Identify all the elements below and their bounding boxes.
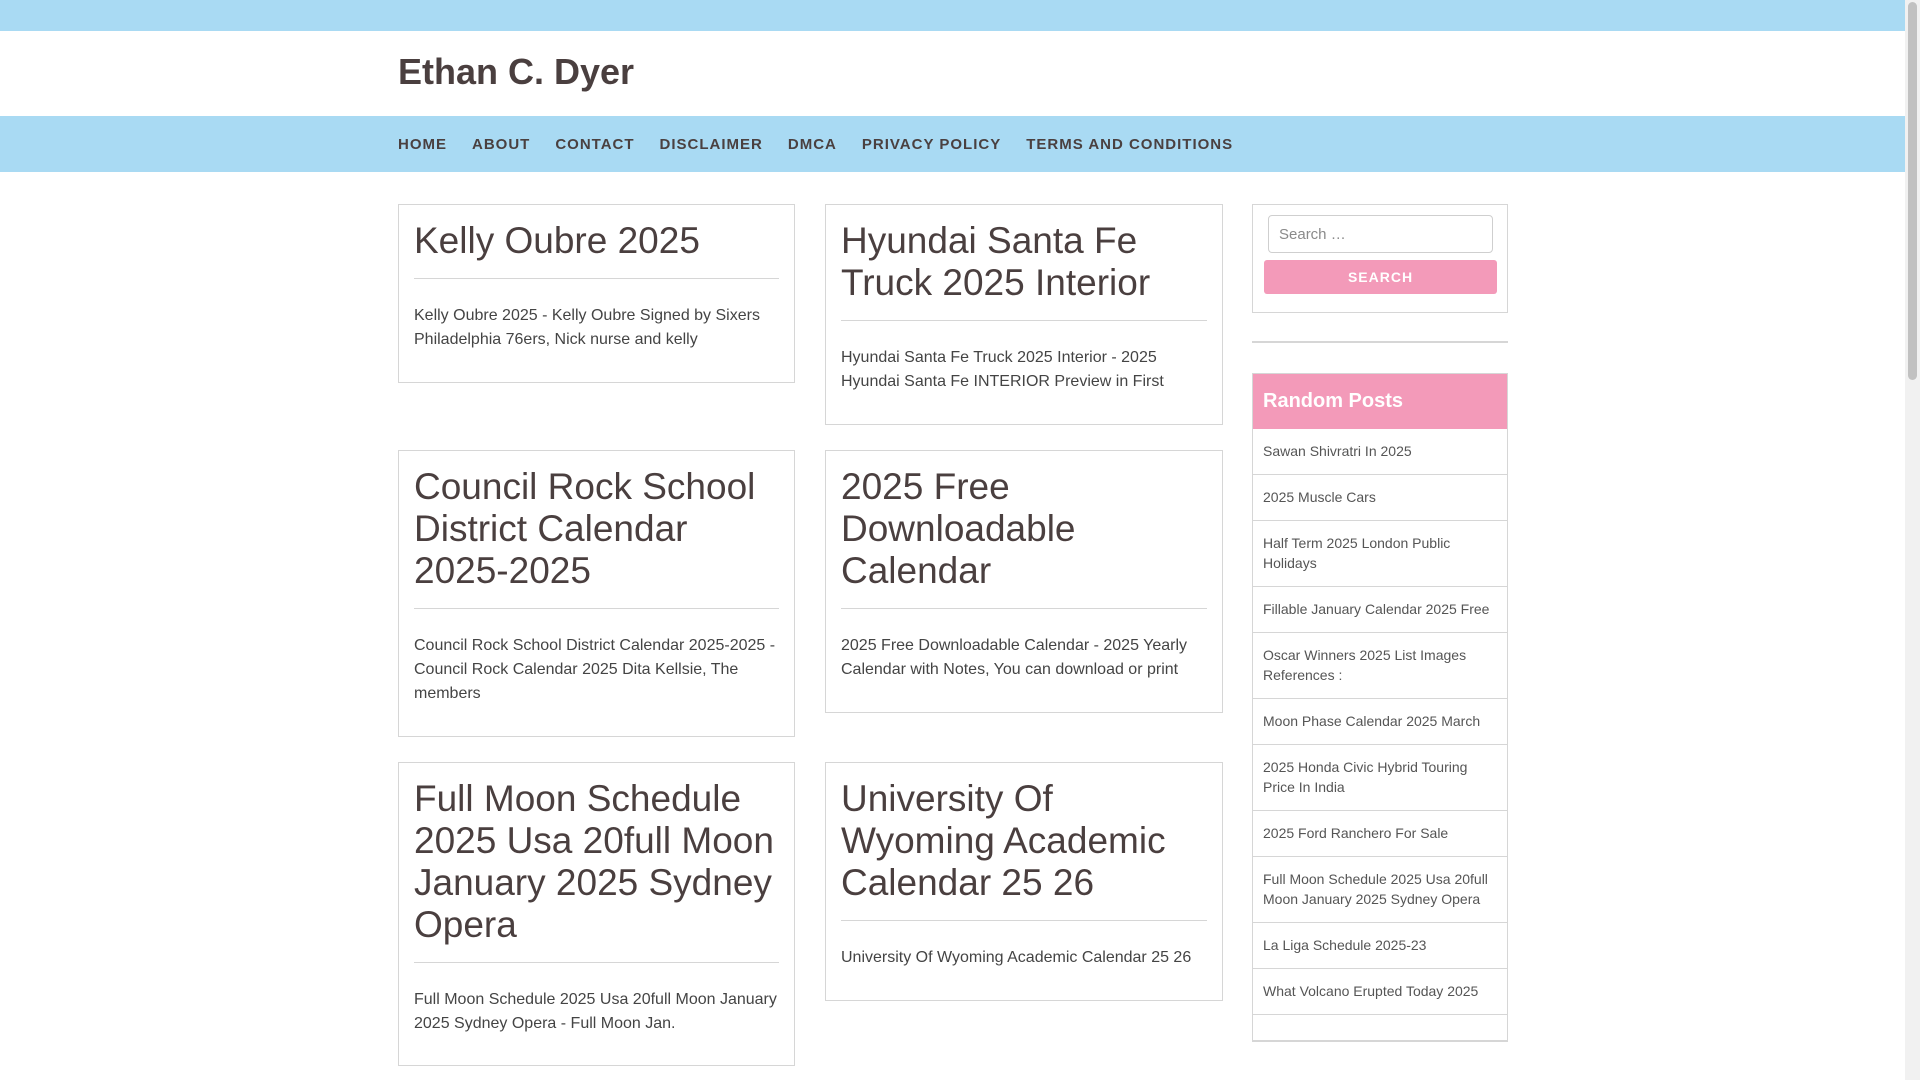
sidebar-divider	[1252, 341, 1508, 343]
post-title[interactable]: Hyundai Santa Fe Truck 2025 Interior	[841, 205, 1207, 321]
search-button[interactable]: SEARCH	[1264, 260, 1497, 294]
nav-item-about[interactable]: ABOUT	[472, 136, 530, 153]
nav-item-home[interactable]: HOME	[398, 136, 447, 153]
random-post-link[interactable]: 2025 Ford Ranchero For Sale	[1253, 811, 1507, 857]
post-title[interactable]: 2025 Free Downloadable Calendar	[841, 451, 1207, 609]
post-title[interactable]: Full Moon Schedule 2025 Usa 20full Moon …	[414, 763, 779, 963]
nav-item-terms[interactable]: TERMS AND CONDITIONS	[1026, 136, 1233, 153]
widget-title: Random Posts	[1253, 374, 1507, 429]
random-post-link[interactable]: 2025 Muscle Cars	[1253, 475, 1507, 521]
post-card: Full Moon Schedule 2025 Usa 20full Moon …	[398, 762, 795, 1066]
random-post-link[interactable]: Half Term 2025 London Public Holidays	[1253, 521, 1507, 587]
post-excerpt: Kelly Oubre 2025 - Kelly Oubre Signed by…	[414, 307, 760, 348]
main-nav: HOME ABOUT CONTACT DISCLAIMER DMCA PRIVA…	[0, 116, 1905, 172]
nav-item-privacy-policy[interactable]: PRIVACY POLICY	[862, 136, 1001, 153]
nav-item-dmca[interactable]: DMCA	[788, 136, 837, 153]
post-card: 2025 Free Downloadable Calendar 2025 Fre…	[825, 450, 1223, 713]
random-post-link[interactable]: 2025 Honda Civic Hybrid Touring Price In…	[1253, 745, 1507, 811]
random-post-link[interactable]	[1253, 1015, 1507, 1041]
post-card: Council Rock School District Calendar 20…	[398, 450, 795, 737]
random-post-link[interactable]: Sawan Shivratri In 2025	[1253, 429, 1507, 475]
post-title[interactable]: Council Rock School District Calendar 20…	[414, 451, 779, 609]
scrollbar-thumb[interactable]	[1908, 2, 1917, 380]
random-posts-widget: Random Posts Sawan Shivratri In 2025 202…	[1252, 373, 1508, 1042]
post-title[interactable]: Kelly Oubre 2025	[414, 205, 779, 279]
nav-item-contact[interactable]: CONTACT	[555, 136, 634, 153]
search-widget: SEARCH	[1252, 204, 1508, 313]
site-header: Ethan C. Dyer	[0, 31, 1905, 116]
random-post-link[interactable]: Oscar Winners 2025 List Images Reference…	[1253, 633, 1507, 699]
post-excerpt: Full Moon Schedule 2025 Usa 20full Moon …	[414, 991, 777, 1032]
post-title[interactable]: University Of Wyoming Academic Calendar …	[841, 763, 1207, 921]
post-excerpt: University Of Wyoming Academic Calendar …	[841, 949, 1192, 966]
post-card: Hyundai Santa Fe Truck 2025 Interior Hyu…	[825, 204, 1223, 425]
random-post-link[interactable]: What Volcano Erupted Today 2025	[1253, 969, 1507, 1015]
post-excerpt: Council Rock School District Calendar 20…	[414, 637, 776, 702]
random-posts-list: Sawan Shivratri In 2025 2025 Muscle Cars…	[1253, 429, 1507, 1041]
nav-list: HOME ABOUT CONTACT DISCLAIMER DMCA PRIVA…	[398, 116, 1258, 172]
random-post-link[interactable]: La Liga Schedule 2025-23	[1253, 923, 1507, 969]
search-input[interactable]	[1268, 215, 1493, 253]
post-excerpt: Hyundai Santa Fe Truck 2025 Interior - 2…	[841, 349, 1164, 390]
random-post-link[interactable]: Fillable January Calendar 2025 Free	[1253, 587, 1507, 633]
nav-item-disclaimer[interactable]: DISCLAIMER	[660, 136, 763, 153]
page-scrollbar[interactable]	[1905, 0, 1920, 1080]
top-bar	[0, 0, 1905, 31]
post-excerpt: 2025 Free Downloadable Calendar - 2025 Y…	[841, 637, 1188, 678]
site-title[interactable]: Ethan C. Dyer	[398, 51, 634, 93]
post-card: University Of Wyoming Academic Calendar …	[825, 762, 1223, 1001]
random-post-link[interactable]: Full Moon Schedule 2025 Usa 20full Moon …	[1253, 857, 1507, 923]
post-card: Kelly Oubre 2025 Kelly Oubre 2025 - Kell…	[398, 204, 795, 383]
random-post-link[interactable]: Moon Phase Calendar 2025 March	[1253, 699, 1507, 745]
